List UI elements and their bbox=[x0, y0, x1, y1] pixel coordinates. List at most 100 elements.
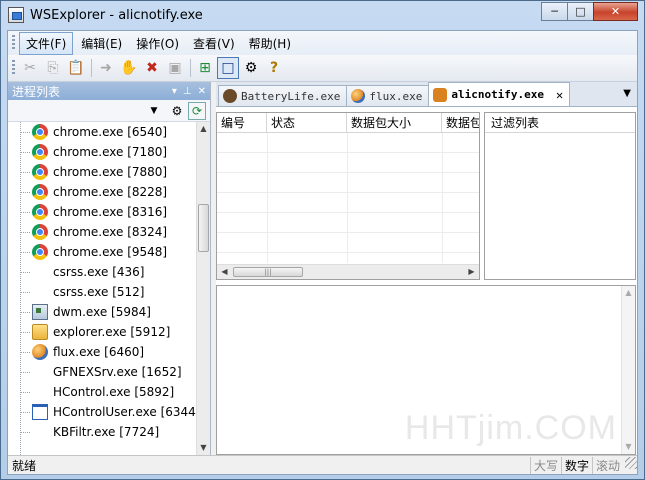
cut-icon[interactable]: ✂ bbox=[19, 57, 41, 79]
process-name: dwm.exe [5984] bbox=[53, 305, 151, 319]
process-list-scrollbar[interactable]: ▲ ▼ bbox=[196, 122, 210, 455]
chrome-icon bbox=[32, 124, 48, 140]
process-item[interactable]: chrome.exe [8324] bbox=[8, 222, 197, 242]
process-item[interactable]: flux.exe [6460] bbox=[8, 342, 197, 362]
tab-close-icon[interactable]: ✕ bbox=[556, 88, 563, 102]
column-header-data[interactable]: 数据包 bbox=[442, 113, 479, 132]
packet-table-hscrollbar[interactable]: ◀ ||| ▶ bbox=[217, 264, 479, 279]
process-item[interactable]: chrome.exe [9548] bbox=[8, 242, 197, 262]
next-icon[interactable]: ➜ bbox=[95, 57, 117, 79]
alicnotify-icon bbox=[433, 87, 448, 102]
blank-icon bbox=[32, 284, 48, 300]
process-item[interactable]: csrss.exe [436] bbox=[8, 262, 197, 282]
process-name: chrome.exe [8316] bbox=[53, 205, 168, 219]
menu-edit[interactable]: 编辑(E) bbox=[75, 33, 128, 54]
process-item[interactable]: chrome.exe [6540] bbox=[8, 122, 197, 142]
menu-file[interactable]: 文件(F) bbox=[19, 31, 74, 55]
toolbar-grip-icon[interactable] bbox=[12, 60, 15, 76]
column-header-status[interactable]: 状态 bbox=[267, 113, 347, 132]
panel-close-icon[interactable]: ✕ bbox=[198, 86, 206, 97]
process-item[interactable]: chrome.exe [8228] bbox=[8, 182, 197, 202]
paste-icon[interactable]: 📋 bbox=[65, 57, 87, 79]
chrome-icon bbox=[32, 184, 48, 200]
blank-icon bbox=[32, 264, 48, 280]
status-text: 就绪 bbox=[12, 458, 37, 473]
menu-help[interactable]: 帮助(H) bbox=[243, 33, 297, 54]
menubar-grip-icon[interactable] bbox=[12, 35, 15, 51]
process-panel-title: 进程列表 bbox=[12, 84, 61, 99]
tabs-dropdown-icon[interactable]: ▼ bbox=[623, 88, 631, 99]
chrome-icon bbox=[32, 144, 48, 160]
filter-list-header[interactable]: 过滤列表 bbox=[485, 113, 635, 133]
packet-detail-pane[interactable]: ▲ ▼ HHTjim.COM bbox=[216, 285, 636, 455]
process-item[interactable]: chrome.exe [8316] bbox=[8, 202, 197, 222]
save-icon[interactable]: ▣ bbox=[164, 57, 186, 79]
column-header-size[interactable]: 数据包大小 bbox=[347, 113, 442, 132]
column-divider bbox=[347, 133, 348, 263]
tab-alicnotify[interactable]: alicnotify.exe ✕ bbox=[428, 82, 571, 106]
hcu-icon bbox=[32, 404, 48, 420]
filter-list: 过滤列表 bbox=[484, 112, 636, 280]
scroll-right-icon[interactable]: ▶ bbox=[464, 265, 479, 279]
process-item[interactable]: HControlUser.exe [6344] bbox=[8, 402, 197, 422]
detail-scrollbar[interactable]: ▲ ▼ bbox=[621, 286, 635, 454]
packet-table-rows[interactable] bbox=[217, 133, 479, 263]
menu-view[interactable]: 查看(V) bbox=[187, 33, 241, 54]
caps-lock-indicator: 大写 bbox=[529, 456, 561, 474]
process-name: chrome.exe [8324] bbox=[53, 225, 168, 239]
scroll-up-icon[interactable]: ▲ bbox=[622, 286, 635, 300]
process-item[interactable]: KBFiltr.exe [7724] bbox=[8, 422, 197, 442]
blank-icon bbox=[32, 364, 48, 380]
process-properties-icon[interactable]: ⚙ bbox=[168, 102, 186, 120]
tab-label: BatteryLife.exe bbox=[241, 89, 341, 103]
close-button[interactable]: ✕ bbox=[593, 2, 638, 21]
process-name: flux.exe [6460] bbox=[53, 345, 145, 359]
copy-icon[interactable]: ⎘ bbox=[42, 57, 64, 79]
scroll-up-icon[interactable]: ▲ bbox=[197, 122, 210, 136]
tab-label: flux.exe bbox=[369, 89, 423, 103]
refresh-icon[interactable]: ⟳ bbox=[188, 101, 206, 120]
process-item[interactable]: csrss.exe [512] bbox=[8, 282, 197, 302]
process-item[interactable]: HControl.exe [5892] bbox=[8, 382, 197, 402]
process-name: chrome.exe [8228] bbox=[53, 185, 168, 199]
scroll-left-icon[interactable]: ◀ bbox=[217, 265, 232, 279]
column-header-id[interactable]: 编号 bbox=[217, 113, 267, 132]
scroll-thumb[interactable] bbox=[198, 204, 209, 252]
menu-bar: 文件(F) 编辑(E) 操作(O) 查看(V) 帮助(H) bbox=[8, 31, 637, 55]
scroll-down-icon[interactable]: ▼ bbox=[622, 440, 635, 454]
process-panel-toolbar: ▼ ⚙ ⟳ bbox=[8, 100, 210, 122]
hand-icon[interactable]: ✋ bbox=[118, 57, 140, 79]
chrome-icon bbox=[32, 164, 48, 180]
maximize-button[interactable]: □ bbox=[567, 2, 594, 21]
combo-arrow-icon[interactable]: ▼ bbox=[148, 106, 160, 116]
process-item[interactable]: GFNEXSrv.exe [1652] bbox=[8, 362, 197, 382]
window-title: WSExplorer - alicnotify.exe bbox=[30, 7, 203, 23]
tab-batterylife[interactable]: BatteryLife.exe bbox=[218, 85, 348, 106]
hscroll-thumb[interactable]: ||| bbox=[233, 267, 303, 277]
process-item[interactable]: chrome.exe [7880] bbox=[8, 162, 197, 182]
panel-dropdown-icon[interactable]: ▾ bbox=[172, 86, 177, 97]
process-name: csrss.exe [436] bbox=[53, 265, 145, 279]
scroll-lock-indicator: 滚动 bbox=[591, 456, 623, 474]
process-name: KBFiltr.exe [7724] bbox=[53, 425, 160, 439]
tree-icon[interactable]: ⊞ bbox=[194, 57, 216, 79]
menu-action[interactable]: 操作(O) bbox=[130, 33, 185, 54]
window-icon[interactable]: □ bbox=[217, 57, 239, 79]
minimize-button[interactable]: ─ bbox=[541, 2, 568, 21]
scroll-down-icon[interactable]: ▼ bbox=[197, 441, 210, 455]
status-bar: 就绪 大写 数字 滚动 bbox=[8, 455, 637, 474]
process-name: HControlUser.exe [6344] bbox=[53, 405, 197, 419]
tab-flux[interactable]: flux.exe bbox=[346, 85, 430, 106]
process-item[interactable]: explorer.exe [5912] bbox=[8, 322, 197, 342]
process-item[interactable]: chrome.exe [7180] bbox=[8, 142, 197, 162]
process-name: HControl.exe [5892] bbox=[53, 385, 175, 399]
delete-icon[interactable]: ✖ bbox=[141, 57, 163, 79]
blank-icon bbox=[32, 384, 48, 400]
properties-icon[interactable]: ⚙ bbox=[240, 57, 262, 79]
window-controls: ─ □ ✕ bbox=[541, 2, 638, 21]
pin-icon[interactable]: ⊥ bbox=[183, 86, 192, 97]
title-bar[interactable]: WSExplorer - alicnotify.exe ─ □ ✕ bbox=[1, 1, 644, 29]
process-item[interactable]: dwm.exe [5984] bbox=[8, 302, 197, 322]
help-icon[interactable]: ? bbox=[263, 57, 285, 79]
size-grip-icon[interactable] bbox=[625, 456, 637, 469]
